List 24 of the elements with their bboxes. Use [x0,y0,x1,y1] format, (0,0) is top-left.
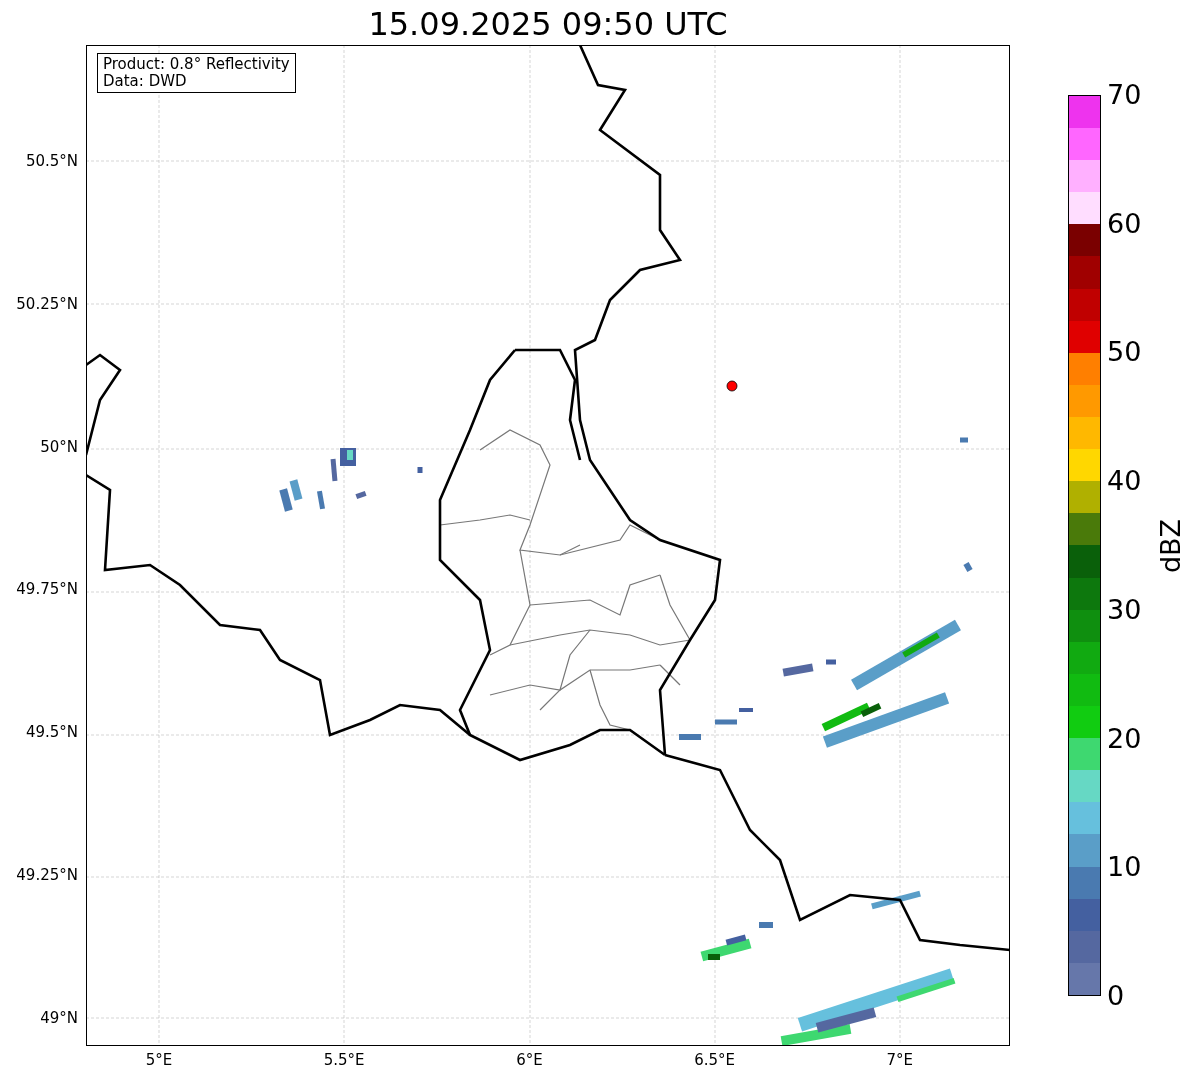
latitude-tick-label: 49.75°N [16,580,78,599]
colorbar-tick-label: 10 [1107,852,1142,883]
longitude-tick-label: 7°E [886,1051,914,1069]
colorbar-tick-label: 70 [1107,80,1142,110]
info-text: Data: DWD [103,73,188,90]
colorbar-tick-label: 60 [1107,208,1142,239]
longitude-tick-label: 6.5°E [694,1051,735,1069]
colorbar-tick-label: 50 [1107,337,1142,368]
info-text: Product: 0.8° Reflectivity [103,56,290,73]
colorbar-tick-label: 30 [1107,594,1142,625]
colorbar-tick-label: 20 [1107,723,1142,754]
latitude-tick-label: 50.25°N [16,294,78,313]
colorbar-axis-label: dBZ [1156,518,1186,573]
latitude-tick-label: 50.5°N [25,152,78,170]
longitude-tick-label: 5°E [145,1051,173,1069]
latitude-tick-label: 49.25°N [16,866,78,884]
longitude-tick-label: 6°E [516,1051,543,1069]
colorbar-tick-label: 40 [1107,466,1142,497]
latitude-tick-label: 50°N [40,437,78,456]
chart-title: 15.09.2025 09:50 UTC [368,4,728,45]
colorbar-tick-label: 0 [1107,981,1125,1011]
latitude-tick-label: 49°N [40,1008,78,1027]
longitude-tick-label: 5.5°E [323,1051,365,1069]
latitude-tick-label: 49.5°N [25,723,78,742]
